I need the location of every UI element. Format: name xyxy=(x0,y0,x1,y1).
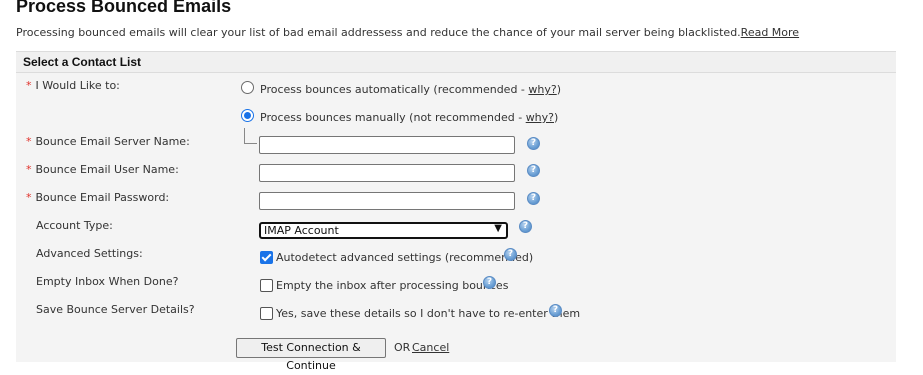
help-question-icon[interactable]: ? xyxy=(527,137,540,150)
read-more-link[interactable]: Read More xyxy=(741,26,799,39)
user-name-input[interactable] xyxy=(259,164,515,182)
user-label: * Bounce Email User Name: xyxy=(26,163,179,176)
page-title: Process Bounced Emails xyxy=(16,0,232,16)
empty-inbox-label: Empty Inbox When Done? xyxy=(36,275,179,288)
or-separator: OR xyxy=(394,341,411,354)
chevron-down-icon: ▼ xyxy=(494,223,502,234)
test-connection-button[interactable]: Test Connection & Continue xyxy=(236,338,386,372)
save-details-checkbox[interactable] xyxy=(260,307,273,320)
help-question-icon[interactable]: ? xyxy=(527,164,540,177)
intro-description: Processing bounced emails will clear you… xyxy=(16,26,741,39)
server-label: * Bounce Email Server Name: xyxy=(26,135,190,148)
save-details-label: Save Bounce Server Details? xyxy=(36,303,195,316)
empty-inbox-checkbox[interactable] xyxy=(260,279,273,292)
empty-inbox-option[interactable]: Empty the inbox after processing bounces xyxy=(276,279,508,292)
password-label: * Bounce Email Password: xyxy=(26,191,169,204)
password-input[interactable] xyxy=(259,192,515,210)
radio-auto-text: Process bounces automatically (recommend… xyxy=(260,83,529,96)
advanced-label: Advanced Settings: xyxy=(36,247,143,260)
password-label-text: Bounce Email Password: xyxy=(35,191,170,204)
mode-label-text: I Would Like to: xyxy=(35,79,120,92)
cancel-link[interactable]: Cancel xyxy=(412,341,449,354)
help-question-icon[interactable]: ? xyxy=(483,276,496,289)
required-mark: * xyxy=(26,163,32,176)
radio-auto-suffix: ) xyxy=(556,83,562,96)
account-type-select[interactable]: IMAP Account ▼ xyxy=(259,222,508,239)
account-type-label: Account Type: xyxy=(36,219,113,232)
why-auto-link[interactable]: why? xyxy=(528,83,556,96)
intro-text: Processing bounced emails will clear you… xyxy=(16,26,799,39)
save-details-option[interactable]: Yes, save these details so I don't have … xyxy=(276,307,580,320)
radio-manual-text: Process bounces manually (not recommende… xyxy=(260,111,526,124)
panel-header-title: Select a Contact List xyxy=(23,55,142,69)
required-mark: * xyxy=(26,191,32,204)
radio-manual[interactable] xyxy=(241,109,254,122)
help-question-icon[interactable]: ? xyxy=(527,192,540,205)
autodetect-checkbox[interactable] xyxy=(260,251,273,264)
autodetect-label[interactable]: Autodetect advanced settings (recommende… xyxy=(276,251,533,264)
why-manual-link[interactable]: why? xyxy=(526,111,554,124)
required-mark: * xyxy=(26,135,32,148)
account-type-value: IMAP Account xyxy=(264,224,339,237)
server-name-input[interactable] xyxy=(259,136,515,154)
server-label-text: Bounce Email Server Name: xyxy=(35,135,190,148)
radio-auto[interactable] xyxy=(241,81,254,94)
user-label-text: Bounce Email User Name: xyxy=(35,163,179,176)
mode-label: * I Would Like to: xyxy=(26,79,120,92)
required-mark: * xyxy=(26,79,32,92)
tree-connector xyxy=(244,128,257,144)
help-question-icon[interactable]: ? xyxy=(549,304,562,317)
radio-auto-label[interactable]: Process bounces automatically (recommend… xyxy=(260,83,561,96)
radio-manual-label[interactable]: Process bounces manually (not recommende… xyxy=(260,111,558,124)
help-question-icon[interactable]: ? xyxy=(504,248,517,261)
radio-manual-suffix: ) xyxy=(554,111,559,124)
help-question-icon[interactable]: ? xyxy=(519,220,532,233)
panel-header: Select a Contact List xyxy=(16,51,896,73)
